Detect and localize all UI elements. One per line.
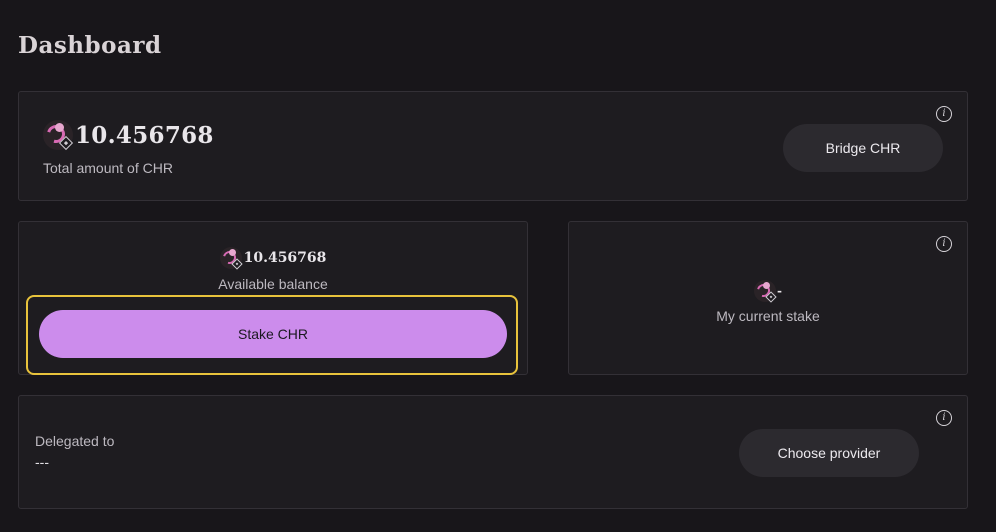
- total-amount-value: 10.456768: [75, 121, 214, 149]
- available-balance-label: Available balance: [218, 276, 328, 292]
- chr-token-icon: [43, 120, 74, 151]
- current-stake-value: -: [777, 284, 782, 298]
- available-balance-value: 10.456768: [243, 250, 327, 266]
- page-title: Dashboard: [18, 32, 162, 59]
- current-stake-label: My current stake: [716, 308, 820, 324]
- info-icon[interactable]: i: [936, 410, 952, 426]
- chr-token-icon: [754, 280, 777, 303]
- total-amount-card: i 10.456768 Total amount of CHR Bridge C…: [18, 91, 968, 201]
- current-stake-card: i - My current stake: [568, 221, 968, 375]
- delegated-to-label: Delegated to: [35, 433, 115, 449]
- stake-chr-button[interactable]: Stake CHR: [39, 310, 507, 358]
- dashboard-page: Dashboard i 10.456768 Total amount of CH…: [0, 0, 996, 532]
- total-amount-row: 10.456768: [43, 120, 214, 151]
- total-amount-label: Total amount of CHR: [43, 160, 173, 176]
- choose-provider-button[interactable]: Choose provider: [739, 429, 919, 477]
- bridge-chr-button[interactable]: Bridge CHR: [783, 124, 943, 172]
- info-icon[interactable]: i: [936, 106, 952, 122]
- balance-amount-row: 10.456768: [19, 247, 527, 270]
- delegated-card: i Delegated to --- Choose provider: [18, 395, 968, 509]
- info-icon[interactable]: i: [936, 236, 952, 252]
- chr-token-icon: [219, 247, 243, 270]
- delegated-to-value: ---: [35, 454, 49, 470]
- stake-amount-row: -: [569, 280, 967, 303]
